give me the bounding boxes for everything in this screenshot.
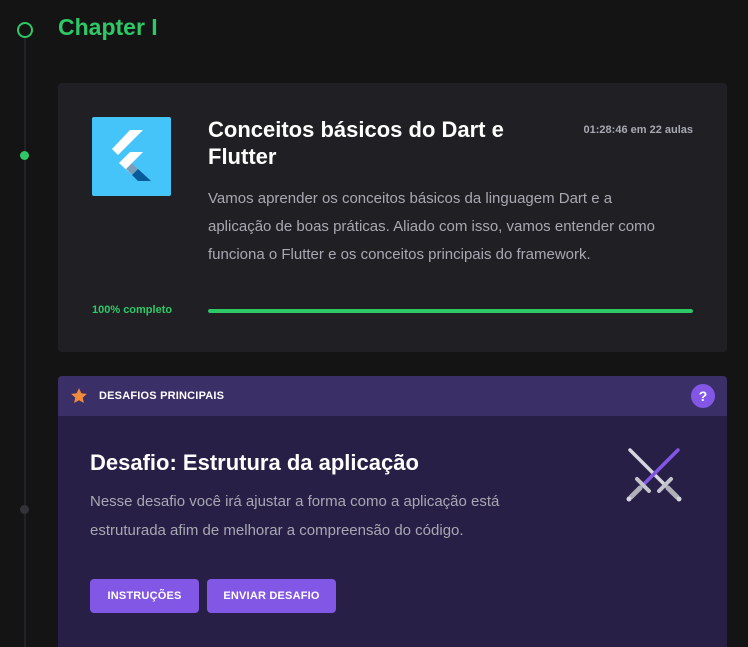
submit-challenge-button[interactable]: ENVIAR DESAFIO [207,579,336,613]
flutter-logo-icon [92,117,171,196]
module-card[interactable]: Conceitos básicos do Dart e Flutter 01:2… [58,83,727,352]
star-icon [71,388,87,404]
challenge-title: Desafio: Estrutura da aplicação [90,450,419,475]
progress-label: 100% completo [92,304,173,316]
challenge-header: DESAFIOS PRINCIPAIS ? [58,376,727,416]
help-button[interactable]: ? [691,384,715,408]
progress-bar-fill [208,309,693,313]
module-duration: 01:28:46 em 22 aulas [583,124,693,136]
progress-bar [208,309,693,313]
timeline-chapter-marker [17,22,33,38]
timeline-dot-challenge [20,505,29,514]
challenge-description: Nesse desafio você irá ajustar a forma c… [90,493,500,539]
timeline-line [24,37,26,647]
instructions-button[interactable]: INSTRUÇÕES [90,579,199,613]
module-description: Vamos aprender os conceitos básicos da l… [208,190,655,263]
challenge-section-label: DESAFIOS PRINCIPAIS [99,390,225,402]
module-title: Conceitos básicos do Dart e Flutter [208,117,504,169]
challenge-card: DESAFIOS PRINCIPAIS ? Desafio: Estrutura… [58,376,727,647]
timeline-dot-module-completed [20,151,29,160]
chapter-title: Chapter I [58,14,158,40]
crossed-swords-icon [626,448,682,502]
